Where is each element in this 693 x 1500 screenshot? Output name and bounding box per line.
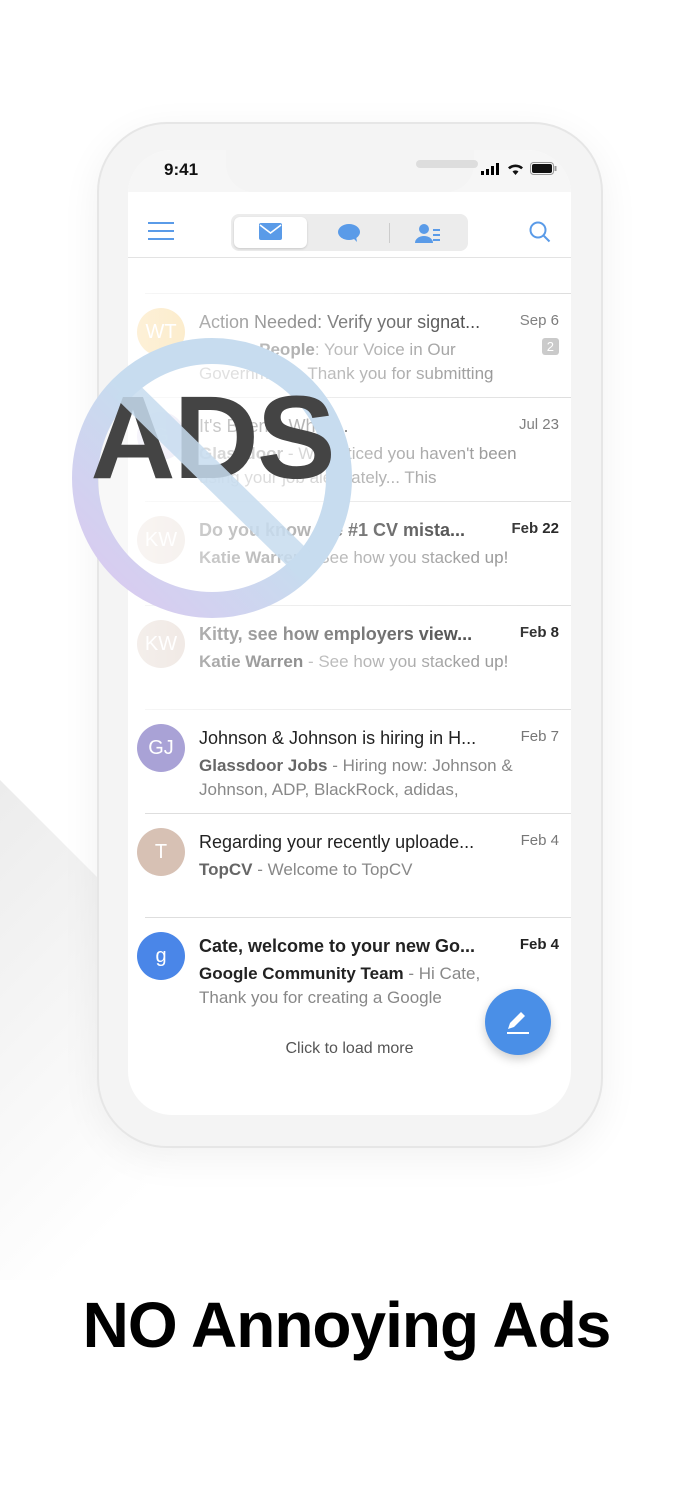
email-date: Jul 23: [518, 416, 559, 433]
email-sender: Glassdoor Jobs: [199, 756, 328, 775]
email-preview: Glassdoor Jobs - Hiring now: Johnson & J…: [199, 754, 519, 802]
menu-icon[interactable]: [148, 222, 174, 246]
email-row[interactable]: GJ Johnson & Johnson is hiring in H... F…: [137, 709, 571, 813]
email-date: Feb 4: [519, 936, 559, 953]
segmented-control: [231, 214, 468, 251]
wifi-icon: [508, 164, 523, 175]
speaker: [416, 160, 478, 168]
email-subject: Cate, welcome to your new Go...: [199, 936, 476, 956]
email-sender: Katie Warren: [199, 652, 304, 671]
email-date: Sep 6: [519, 312, 559, 329]
status-bar: 9:41: [128, 150, 571, 192]
chat-icon[interactable]: [337, 223, 361, 248]
notch: [226, 150, 478, 192]
email-date: Feb 4: [520, 832, 559, 849]
email-preview: Katie Warren - See how you stacked up!: [199, 650, 519, 674]
email-subject: Kitty, see how employers view...: [199, 624, 473, 644]
email-date: Feb 8: [519, 624, 559, 641]
email-preview: TopCV - Welcome to TopCV: [199, 858, 519, 882]
toolbar: [128, 192, 571, 258]
status-icons: [481, 162, 557, 175]
no-sign-slash: [114, 378, 322, 582]
headline: NO Annoying Ads: [82, 1289, 612, 1361]
mail-icon[interactable]: [259, 223, 282, 245]
email-snippet: - See how you stacked up!: [303, 652, 509, 671]
email-preview: Google Community Team - Hi Cate, Thank y…: [199, 962, 519, 1010]
compose-button[interactable]: [485, 989, 551, 1055]
pencil-icon: [507, 1012, 529, 1034]
email-subject: Johnson & Johnson is hiring in H...: [199, 728, 477, 748]
contacts-icon[interactable]: [415, 223, 441, 248]
no-ads-badge: ADS: [42, 310, 382, 622]
email-row[interactable]: T Regarding your recently uploade... Feb…: [137, 813, 571, 917]
avatar: T: [137, 828, 185, 876]
search-icon[interactable]: [528, 220, 552, 249]
email-date: Feb 7: [520, 728, 559, 745]
avatar: g: [137, 932, 185, 980]
avatar: GJ: [137, 724, 185, 772]
email-snippet: - Welcome to TopCV: [252, 860, 413, 879]
email-subject: Regarding your recently uploade...: [199, 832, 475, 852]
avatar: KW: [137, 620, 185, 668]
email-sender: TopCV: [199, 860, 253, 879]
status-time: 9:41: [164, 160, 199, 179]
email-sender: Google Community Team: [199, 964, 404, 983]
email-date: Feb 22: [511, 520, 559, 537]
thread-count-badge: 2: [541, 338, 559, 355]
phone-screen: 9:41 WT Action Needed: Verify your signa…: [128, 150, 571, 1115]
signal-icon: [481, 162, 499, 175]
battery-icon: [530, 162, 557, 175]
segment-divider: [389, 223, 390, 243]
